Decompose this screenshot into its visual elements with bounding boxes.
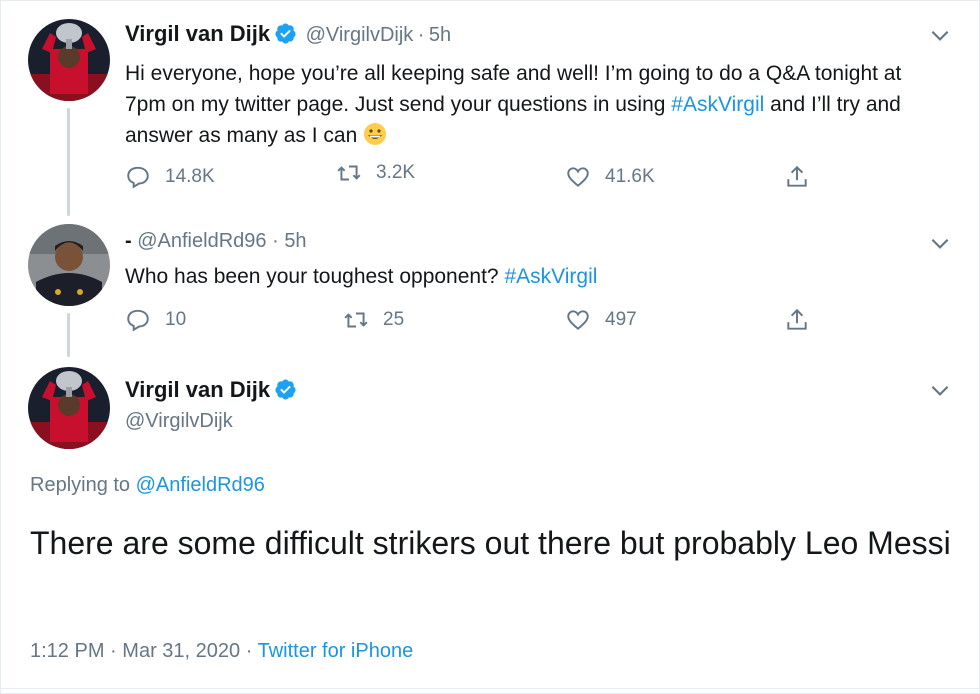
like-button[interactable]: 497 bbox=[565, 307, 637, 333]
tweet-actions: 10 25 497 bbox=[125, 307, 825, 337]
caret-down-icon[interactable] bbox=[927, 377, 953, 403]
share-button[interactable] bbox=[784, 307, 810, 333]
replying-to: Replying to @AnfieldRd96 bbox=[30, 474, 265, 497]
thread-line bbox=[67, 108, 70, 216]
focused-tweet-text: There are some difficult strikers out th… bbox=[30, 525, 951, 561]
reply-icon bbox=[127, 166, 149, 189]
tweet-virgil-focused[interactable]: Virgil van Dijk @VirgilvDijk Replying to… bbox=[0, 355, 980, 694]
avatar-virgil[interactable] bbox=[28, 19, 110, 101]
reply-icon bbox=[127, 309, 149, 332]
replying-to-label: Replying to bbox=[30, 474, 136, 496]
hashtag-link[interactable]: #AskVirgil bbox=[671, 93, 764, 116]
avatar-virgil[interactable] bbox=[28, 367, 110, 449]
caret-down-icon[interactable] bbox=[927, 22, 953, 48]
hashtag-link[interactable]: #AskVirgil bbox=[504, 265, 597, 288]
tweet-virgil-1[interactable]: Virgil van Dijk @VirgilvDijk · 5h Hi eve… bbox=[0, 0, 980, 216]
author-name[interactable]: - bbox=[125, 230, 132, 252]
share-icon bbox=[787, 165, 807, 187]
reply-count: 10 bbox=[165, 309, 187, 330]
retweet-icon bbox=[344, 312, 368, 328]
author-name[interactable]: Virgil van Dijk bbox=[125, 377, 270, 402]
tweet-time[interactable]: 5h bbox=[284, 230, 306, 252]
like-icon bbox=[567, 167, 589, 187]
like-count: 41.6K bbox=[605, 166, 655, 187]
like-icon bbox=[567, 310, 589, 330]
caret-down-icon[interactable] bbox=[927, 230, 953, 256]
tweet-text-part: Who has been your toughest opponent? bbox=[125, 265, 505, 288]
like-button[interactable]: 41.6K bbox=[565, 164, 655, 190]
verified-badge-icon bbox=[274, 378, 297, 401]
reply-count: 14.8K bbox=[165, 166, 215, 187]
tweet-actions: 14.8K 3.2K 41.6K bbox=[125, 162, 825, 194]
reply-button[interactable]: 14.8K bbox=[125, 164, 215, 190]
replying-to-handle[interactable]: @AnfieldRd96 bbox=[136, 474, 265, 496]
avatar-anfieldrd96[interactable] bbox=[28, 224, 110, 306]
author-handle[interactable]: @AnfieldRd96 bbox=[137, 230, 266, 252]
tweet-text: Hi everyone, hope you’re all keeping saf… bbox=[125, 58, 930, 151]
tweet-header: Virgil van Dijk bbox=[125, 377, 297, 403]
separator: · bbox=[417, 24, 425, 46]
tweet-text: Who has been your toughest opponent? #As… bbox=[125, 261, 930, 292]
author-name[interactable]: Virgil van Dijk bbox=[125, 21, 270, 46]
tweet-time[interactable]: 1:12 PM bbox=[30, 640, 104, 662]
retweet-icon bbox=[337, 165, 361, 181]
retweet-count: 25 bbox=[383, 309, 405, 330]
share-button[interactable] bbox=[784, 164, 810, 190]
tweet-meta: 1:12 PM · Mar 31, 2020 · Twitter for iPh… bbox=[30, 640, 413, 663]
verified-badge-icon bbox=[274, 22, 297, 45]
tweet-time[interactable]: 5h bbox=[429, 24, 451, 46]
tweet-date[interactable]: Mar 31, 2020 bbox=[122, 640, 240, 662]
tweet-header: - @AnfieldRd96 · 5h bbox=[125, 230, 307, 253]
thread-line bbox=[67, 313, 70, 357]
retweet-button[interactable]: 25 bbox=[343, 307, 404, 333]
separator: · bbox=[245, 640, 253, 662]
author-handle[interactable]: @VirgilvDijk bbox=[125, 410, 233, 433]
separator: · bbox=[272, 230, 279, 252]
retweet-button[interactable]: 3.2K bbox=[336, 160, 415, 186]
tweet-source[interactable]: Twitter for iPhone bbox=[258, 640, 414, 662]
author-handle[interactable]: @VirgilvDijk bbox=[306, 24, 414, 46]
reply-button[interactable]: 10 bbox=[125, 307, 186, 333]
divider bbox=[0, 688, 980, 689]
grinning-emoji-icon bbox=[363, 122, 387, 146]
tweet-header: Virgil van Dijk @VirgilvDijk · 5h bbox=[125, 21, 451, 47]
share-icon bbox=[787, 308, 807, 330]
tweet-anfieldrd96[interactable]: - @AnfieldRd96 · 5h Who has been your to… bbox=[0, 215, 980, 357]
separator: · bbox=[110, 640, 117, 662]
retweet-count: 3.2K bbox=[376, 162, 416, 183]
like-count: 497 bbox=[605, 309, 637, 330]
